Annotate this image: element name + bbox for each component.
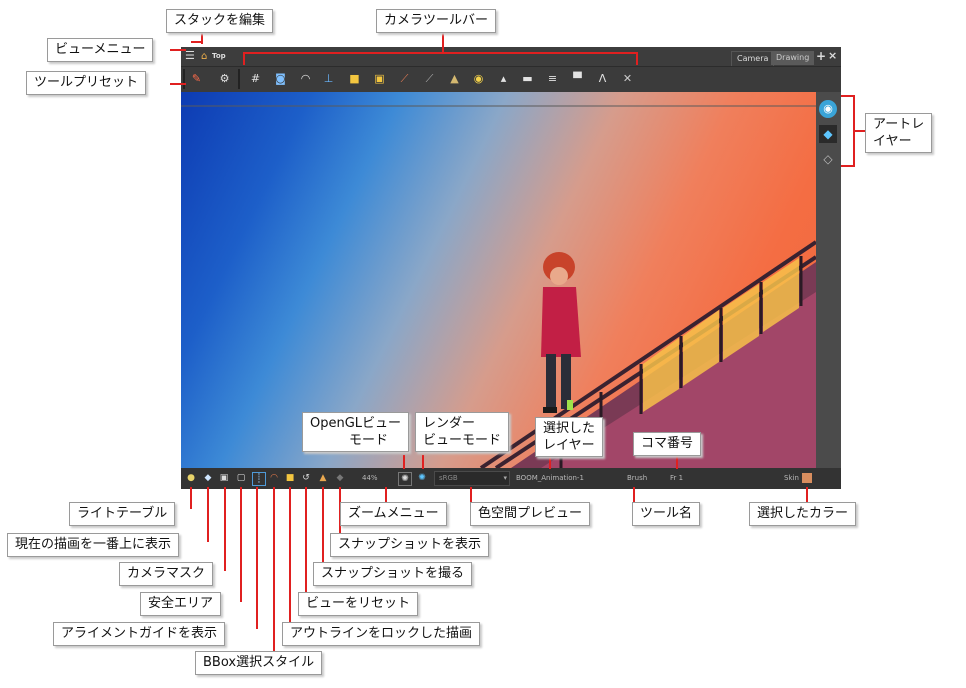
label-tool-name: ツール名 [632, 502, 701, 526]
deform-icon[interactable]: ᐱ [595, 71, 610, 86]
reset-view-icon[interactable]: ↺ [300, 472, 312, 484]
outline-lock-icon[interactable]: ■ [284, 472, 296, 484]
label-selected-color: 選択したカラー [749, 502, 857, 526]
show-current-top-icon[interactable]: ◆ [202, 472, 214, 484]
lock-layer-icon[interactable]: ▣ [372, 71, 387, 86]
disc-icon[interactable]: ▴ [496, 71, 511, 86]
grid-icon[interactable]: # [248, 71, 263, 86]
tab-drawing[interactable]: Drawing [771, 51, 815, 65]
tool-presets-divider [183, 69, 185, 89]
alignment-guide-icon[interactable]: ┊ [252, 472, 266, 486]
flat-disc-icon[interactable]: ▬ [520, 71, 535, 86]
label-selected-layer: 選択した レイヤー [535, 417, 604, 457]
plus-icon[interactable]: + [816, 50, 826, 62]
gear-icon[interactable]: ⚙ [217, 71, 232, 86]
color-space-value: sRGB [439, 474, 458, 482]
label-show-snapshot: スナップショットを表示 [330, 533, 490, 557]
label-camera-toolbar: カメラツールバー [376, 9, 497, 33]
tab-camera[interactable]: Camera [731, 51, 775, 67]
onion-icon[interactable]: ◠ [298, 71, 313, 86]
label-outline-locked: アウトラインをロックした描画 [282, 622, 481, 646]
label-camera-mask: カメラマスク [119, 562, 214, 586]
bbox-style-icon[interactable]: ◠ [268, 472, 280, 484]
label-bbox-style: BBox選択スタイル [195, 651, 323, 675]
label-render-mode: レンダー ビューモード [415, 412, 510, 452]
brush-icon[interactable]: ▲ [447, 71, 462, 86]
label-take-snapshot: スナップショットを撮る [313, 562, 473, 586]
show-snapshot-icon[interactable]: ◆ [334, 472, 346, 484]
label-opengl-mode: OpenGLビュー モード [302, 412, 410, 452]
light-table-icon[interactable]: ● [185, 472, 197, 484]
label-light-table: ライトテーブル [69, 502, 176, 526]
label-frame-number: コマ番号 [633, 432, 702, 456]
take-snapshot-icon[interactable]: ▲ [317, 472, 329, 484]
selected-color-name: Skin [784, 474, 799, 482]
frame-number: Fr 1 [670, 474, 684, 482]
camera-mask-icon[interactable]: ▣ [218, 472, 230, 484]
selected-color-swatch[interactable] [802, 473, 812, 483]
fit-icon[interactable]: ◙ [273, 71, 288, 86]
label-color-space-preview: 色空間プレビュー [470, 502, 591, 526]
color-space-select[interactable]: sRGB ▾ [434, 471, 510, 486]
home-icon[interactable]: ⌂ [201, 51, 212, 62]
label-view-menu: ビューメニュー [47, 38, 154, 62]
label-alignment-guide: アライメントガイドを表示 [53, 622, 226, 646]
chevron-down-icon: ▾ [503, 474, 507, 482]
label-reset-view: ビューをリセット [298, 592, 419, 616]
art-layer-strip [816, 92, 841, 468]
label-edit-stack: スタックを編集 [166, 9, 274, 33]
hat-icon[interactable]: ▀ [570, 71, 585, 86]
line-icon[interactable]: ⟋ [422, 71, 437, 86]
tool-preset-brush-icon[interactable]: ✎ [189, 71, 204, 86]
bulb-icon[interactable]: ◉ [471, 71, 486, 86]
tool-name: Brush [627, 474, 648, 482]
label-tool-presets: ツールプリセット [26, 71, 147, 95]
label-safe-area: 安全エリア [140, 592, 222, 616]
toolbar-divider [238, 69, 240, 89]
opengl-view-icon[interactable]: ✺ [398, 472, 412, 486]
eye-icon[interactable]: ◉ [819, 100, 837, 118]
selected-layer-name: BOOM_Animation-1 [516, 474, 584, 482]
ruler-icon[interactable]: ⟋ [397, 71, 412, 86]
render-view-icon[interactable]: ✺ [416, 472, 428, 484]
breadcrumb[interactable]: Top [212, 51, 226, 62]
status-bar [181, 468, 841, 489]
character [541, 252, 581, 413]
label-art-layer: アートレ イヤー [865, 113, 933, 153]
color-art-layer-icon[interactable]: ◇ [819, 150, 837, 168]
bone-icon[interactable]: ✕ [620, 71, 635, 86]
line-art-layer-icon[interactable]: ◆ [819, 125, 837, 143]
close-icon[interactable]: × [828, 50, 838, 62]
flip-icon[interactable]: ⊥ [321, 71, 336, 86]
label-show-current-top: 現在の描画を一番上に表示 [7, 533, 180, 557]
zoom-menu[interactable]: 44% [362, 472, 378, 484]
stack-icon[interactable]: ≡ [545, 71, 560, 86]
view-menu-icon[interactable]: ☰ [185, 50, 197, 62]
lock-icon[interactable]: ■ [347, 71, 362, 86]
safe-area-icon[interactable]: ▢ [235, 472, 247, 484]
label-zoom-menu: ズームメニュー [340, 502, 447, 526]
